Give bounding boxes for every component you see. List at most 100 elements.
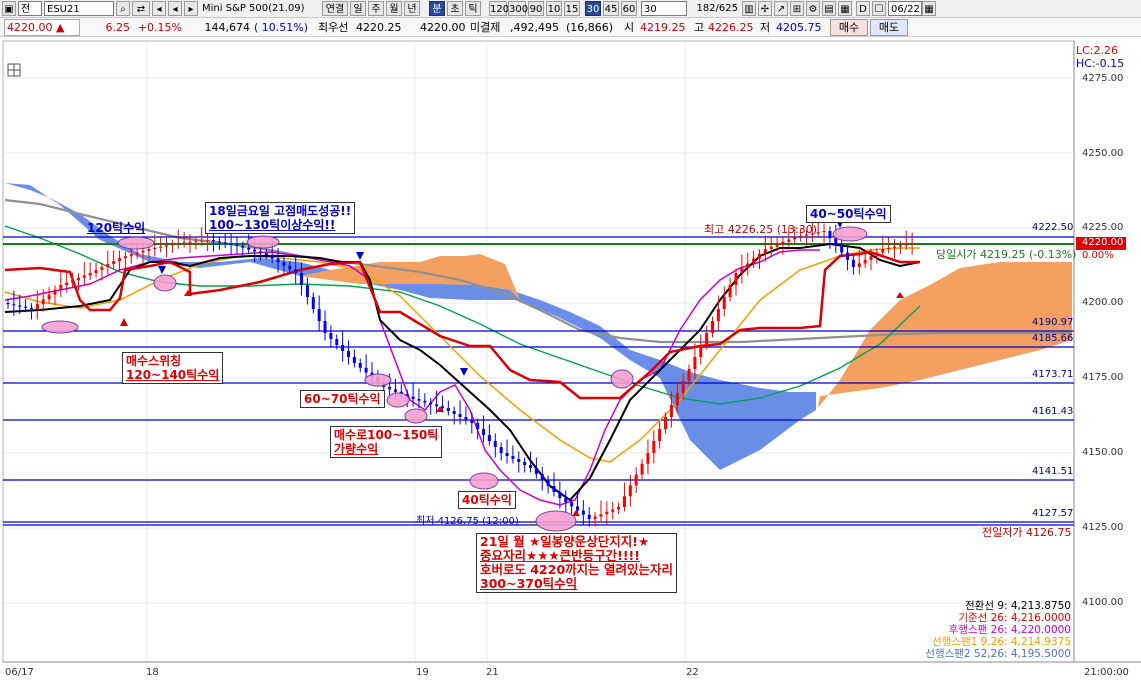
candle-body (529, 465, 533, 468)
candle-body (693, 357, 697, 369)
candle-body (517, 459, 521, 462)
interval-45-button[interactable]: 45 (603, 1, 619, 16)
interval-60-button[interactable]: 60 (621, 1, 637, 16)
trend-icon[interactable]: ↗ (774, 1, 788, 16)
prev-symbol-button[interactable]: ◂ (168, 1, 182, 16)
x-label: 21 (486, 667, 499, 678)
candle-body (288, 265, 292, 270)
interval-10-button[interactable]: 10 (546, 1, 562, 16)
annotation-big-line2: 중요자리★★★큰반등구간!!!! (480, 548, 640, 563)
interval-300-button[interactable]: 300 (508, 1, 528, 16)
candle-body (499, 447, 503, 453)
volume: 144,674 (204, 21, 251, 34)
candle-body (170, 244, 174, 246)
candle-body (746, 263, 750, 269)
candle-body (100, 267, 104, 270)
candle-body (793, 237, 797, 240)
candle-body (716, 309, 720, 321)
low-value: 4205.75 (776, 21, 822, 34)
interval-120-button[interactable]: 120 (489, 1, 509, 16)
candle-body (6, 303, 10, 305)
candle-body (71, 280, 75, 283)
candle-body (223, 242, 227, 244)
candle-body (300, 273, 304, 285)
axis-tick: 4125.00 (1082, 522, 1124, 533)
candle-body (194, 241, 198, 243)
x-label: 06/17 (5, 667, 34, 678)
next-symbol-button[interactable]: ▸ (184, 1, 198, 16)
interval-select[interactable]: 30 (641, 1, 687, 16)
sell-button[interactable]: 매도 (870, 19, 908, 36)
grid-icon[interactable]: ⊞ (790, 1, 804, 16)
market-select[interactable]: 전 (18, 1, 42, 16)
crosshair-icon[interactable]: ✢ (758, 1, 772, 16)
annotation-6070: 60~70틱수익 (300, 390, 385, 408)
candle-body (763, 249, 767, 254)
sound-icon[interactable]: ◂ (152, 1, 166, 16)
candle-body (593, 516, 597, 519)
interval-15-button[interactable]: 15 (564, 1, 580, 16)
candle-body (875, 252, 879, 257)
candle-body (317, 309, 321, 321)
candle-body (558, 492, 562, 498)
candle-body (869, 256, 873, 260)
candle-body (910, 243, 914, 245)
export-icon[interactable]: ▦ (838, 1, 852, 16)
candle-body (411, 396, 415, 399)
search-icon[interactable]: ⌕ (116, 1, 130, 16)
window-menu-icon[interactable]: ▣ (2, 1, 16, 16)
interval-90-button[interactable]: 90 (528, 1, 544, 16)
candle-body (511, 456, 515, 459)
period-day-button[interactable]: 일 (350, 1, 366, 16)
panel-icon[interactable]: ▤ (822, 1, 836, 16)
best-label: 최우선 (318, 21, 349, 34)
candle-body (687, 369, 691, 381)
annotation-big-line4: 300~370틱수익 (480, 576, 578, 591)
open-interest-change: (16,866) (566, 21, 614, 34)
display-option-button[interactable]: D (856, 1, 870, 16)
interval-30-button[interactable]: 30 (585, 1, 601, 16)
candle-body (775, 244, 779, 247)
candle-body (94, 270, 98, 273)
annotation-switch-line2: 120~140틱수익 (126, 368, 220, 382)
candle-body (587, 514, 591, 519)
candle-body (18, 305, 22, 307)
best-value: 4220.25 (356, 21, 402, 34)
candle-body (329, 333, 333, 339)
annotation-sell-line2: 가량수익 (334, 442, 379, 456)
high-marker: 최고 4226.25 (13:30) (704, 223, 818, 236)
candle-body (24, 306, 28, 308)
candle-body (358, 363, 362, 368)
candle-body (364, 367, 368, 373)
annotation-4050: 40~50틱수익 (806, 205, 891, 223)
link-icon[interactable]: ⇄ (132, 1, 150, 16)
candle-body (200, 240, 204, 242)
candle-body (734, 273, 738, 285)
symbol-input[interactable]: ESU21 (44, 1, 114, 16)
period-minute-button[interactable]: 분 (429, 1, 445, 16)
period-second-button[interactable]: 초 (447, 1, 463, 16)
calendar-toggle-icon[interactable]: ☐ (872, 1, 886, 16)
period-week-button[interactable]: 주 (368, 1, 384, 16)
level-label: 4173.71 (1032, 369, 1074, 380)
open-interest: ,492,495 (510, 21, 559, 34)
candle-body (540, 474, 544, 480)
drawing-tools-icon[interactable]: ▥ (742, 1, 756, 16)
candle-body (669, 405, 673, 417)
up-arrow-icon: ▲ (56, 21, 65, 34)
candle-body (452, 411, 456, 414)
candle-body (123, 256, 127, 258)
period-year-button[interactable]: 년 (404, 1, 420, 16)
period-tick-button[interactable]: 틱 (465, 1, 481, 16)
candle-body (41, 299, 45, 305)
axis-tick: 4250.00 (1082, 148, 1124, 159)
link-button[interactable]: 연결 (322, 1, 348, 16)
candle-body (276, 258, 280, 263)
candle-body (523, 462, 527, 465)
calendar-icon[interactable]: ▦ (922, 1, 936, 16)
buy-button[interactable]: 매수 (830, 19, 868, 36)
settings-gear-icon[interactable]: ⚙ (806, 1, 820, 16)
date-input[interactable]: 06/22 (888, 1, 922, 16)
period-month-button[interactable]: 월 (386, 1, 402, 16)
candle-body (435, 404, 439, 407)
